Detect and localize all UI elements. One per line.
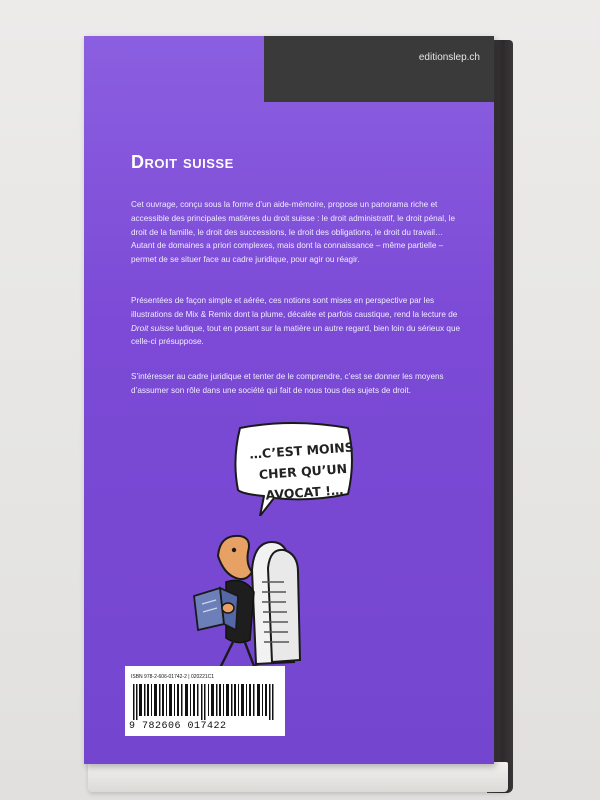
blurb-title-emphasis: Droit suisse (131, 323, 174, 333)
blurb-paragraph-2: Présentées de façon simple et aérée, ces… (131, 294, 461, 349)
publisher-url: editionslep.ch (418, 52, 480, 63)
speech-bubble-text: …C’EST MOINS CHER QU’UN AVOCAT !… (246, 436, 360, 507)
blurb-paragraph-1: Cet ouvrage, conçu sous la forme d’un ai… (131, 200, 456, 265)
photo-scene: editionslep.ch Droit suisse Cet ouvrage,… (0, 0, 600, 800)
barcode-icon (133, 684, 274, 720)
isbn-label: ISBN 978-2-606-01742-2 | 020221C1 (131, 674, 215, 680)
blurb-paragraph-3: S’intéresser au cadre juridique et tente… (131, 372, 444, 395)
barcode-digits: 9 782606 017422 (129, 721, 227, 732)
publisher-band: editionslep.ch (264, 36, 494, 102)
cartoon-character-illustration (193, 534, 302, 678)
barcode-panel: ISBN 978-2-606-01742-2 | 020221C1 9 7826… (125, 666, 285, 736)
law-tablets-icon (250, 540, 302, 666)
book-page-edges (88, 762, 508, 792)
blurb-paragraph-2-end: ludique, tout en posant sur la matière u… (131, 323, 461, 347)
book-title: Droit suisse (131, 152, 234, 172)
blurb-paragraph-2-start: Présentées de façon simple et aérée, ces… (131, 296, 458, 319)
book-back-cover: editionslep.ch Droit suisse Cet ouvrage,… (84, 36, 494, 764)
